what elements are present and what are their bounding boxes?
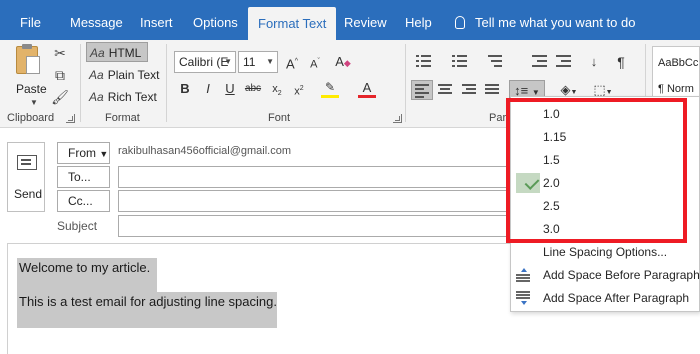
body-paragraph-2[interactable]: This is a test email for adjusting line … <box>17 292 277 314</box>
font-launcher-icon[interactable] <box>393 114 402 123</box>
underline-icon[interactable]: U <box>221 79 239 99</box>
align-right-icon[interactable] <box>462 84 477 96</box>
tell-me-search[interactable]: Tell me what you want to do <box>455 0 635 40</box>
subscript-icon[interactable]: x2 <box>268 79 286 99</box>
divider <box>80 44 81 122</box>
divider <box>405 44 406 122</box>
decrease-indent-icon[interactable] <box>532 55 547 67</box>
numbering-icon[interactable] <box>452 55 467 67</box>
chevron-down-icon: ▼ <box>224 57 232 66</box>
subject-field[interactable] <box>118 215 510 237</box>
paste-button[interactable]: Paste ▼ <box>8 44 52 107</box>
subject-label: Subject <box>57 219 98 233</box>
from-address: rakibulhasan456official@gmail.com <box>118 145 291 157</box>
multilevel-list-icon[interactable] <box>488 55 503 67</box>
chevron-down-icon: ▼ <box>266 57 274 66</box>
align-left-button[interactable] <box>411 80 433 100</box>
format-painter-icon[interactable]: 🖌 <box>51 88 69 106</box>
format-group-label: Format <box>105 112 140 124</box>
line-spacing-options-item[interactable]: Line Spacing Options... <box>511 241 699 263</box>
style-name-normal: ¶ Norm <box>658 83 694 95</box>
paste-label: Paste <box>16 82 47 96</box>
align-center-icon[interactable] <box>438 84 453 96</box>
shrink-font-icon[interactable]: Aˇ <box>306 52 324 72</box>
cut-icon[interactable]: ✂ <box>51 44 69 62</box>
superscript-icon[interactable]: x2 <box>290 79 308 99</box>
clear-formatting-icon[interactable]: A◆ <box>334 52 352 72</box>
styles-gallery[interactable]: AaBbCc ¶ Norm <box>652 46 700 100</box>
tab-review[interactable]: Review <box>334 0 397 40</box>
clipboard-group-label: Clipboard <box>7 112 55 124</box>
chevron-down-icon: ▼ <box>30 98 38 107</box>
align-left-icon <box>415 84 430 98</box>
aa-icon: Aa <box>89 68 104 82</box>
add-space-after-item[interactable]: Add Space After Paragraph <box>511 287 699 309</box>
format-rich-text-button[interactable]: Aa Rich Text <box>86 87 157 107</box>
font-group-label: Font <box>268 112 291 124</box>
show-formatting-marks-icon[interactable]: ¶ <box>612 52 630 72</box>
envelope-icon <box>17 155 37 170</box>
send-button[interactable]: Send <box>7 142 45 212</box>
body-paragraph-1[interactable]: Welcome to my article. <box>17 258 157 280</box>
clipboard-icon <box>16 44 40 74</box>
divider <box>166 44 167 122</box>
paragraph-spacing-highlight <box>17 280 157 292</box>
tab-help[interactable]: Help <box>395 0 442 40</box>
justify-icon[interactable] <box>485 84 500 96</box>
bullets-icon[interactable] <box>416 55 431 67</box>
bold-icon[interactable]: B <box>176 79 194 99</box>
menu-bar: File Message Insert Options Format Text … <box>0 0 700 47</box>
to-field[interactable] <box>118 166 510 188</box>
sort-icon[interactable]: ↓ <box>585 52 603 72</box>
increase-indent-icon[interactable] <box>556 55 571 67</box>
strikethrough-icon[interactable]: abc <box>244 79 262 99</box>
from-button[interactable]: From ▼ <box>57 142 110 164</box>
font-name-select[interactable]: Calibri (E ▼ <box>174 51 236 73</box>
to-button[interactable]: To... <box>57 166 110 188</box>
format-html-button[interactable]: Aa HTML <box>86 42 149 62</box>
chevron-down-icon: ▼ <box>99 149 109 159</box>
lightbulb-icon <box>455 16 465 29</box>
add-space-before-item[interactable]: Add Space Before Paragraph <box>511 264 700 286</box>
tab-options[interactable]: Options <box>183 0 248 40</box>
space-after-icon <box>516 291 530 305</box>
clipboard-launcher-icon[interactable] <box>66 114 75 123</box>
grow-font-icon[interactable]: A^ <box>283 52 301 72</box>
font-color-icon[interactable]: A <box>358 79 376 98</box>
aa-icon: Aa <box>89 90 104 104</box>
send-label: Send <box>14 187 43 201</box>
tab-insert[interactable]: Insert <box>130 0 183 40</box>
tell-me-text: Tell me what you want to do <box>475 15 636 30</box>
highlight-icon[interactable]: ✎ <box>321 79 339 98</box>
tab-message[interactable]: Message <box>60 0 133 40</box>
space-before-icon <box>516 268 530 282</box>
annotation-highlight-frame <box>506 98 687 243</box>
font-size-select[interactable]: 11 ▼ <box>238 51 278 73</box>
cc-button[interactable]: Cc... <box>57 190 110 212</box>
paragraph-spacing-highlight <box>17 314 277 328</box>
italic-icon[interactable]: I <box>199 79 217 99</box>
copy-icon[interactable]: ⧉ <box>51 66 69 84</box>
cc-field[interactable] <box>118 190 510 212</box>
aa-icon: Aa <box>90 46 105 60</box>
format-plain-text-button[interactable]: Aa Plain Text <box>86 65 160 85</box>
style-sample-normal: AaBbCc <box>658 57 699 69</box>
tab-file[interactable]: File <box>10 0 51 40</box>
